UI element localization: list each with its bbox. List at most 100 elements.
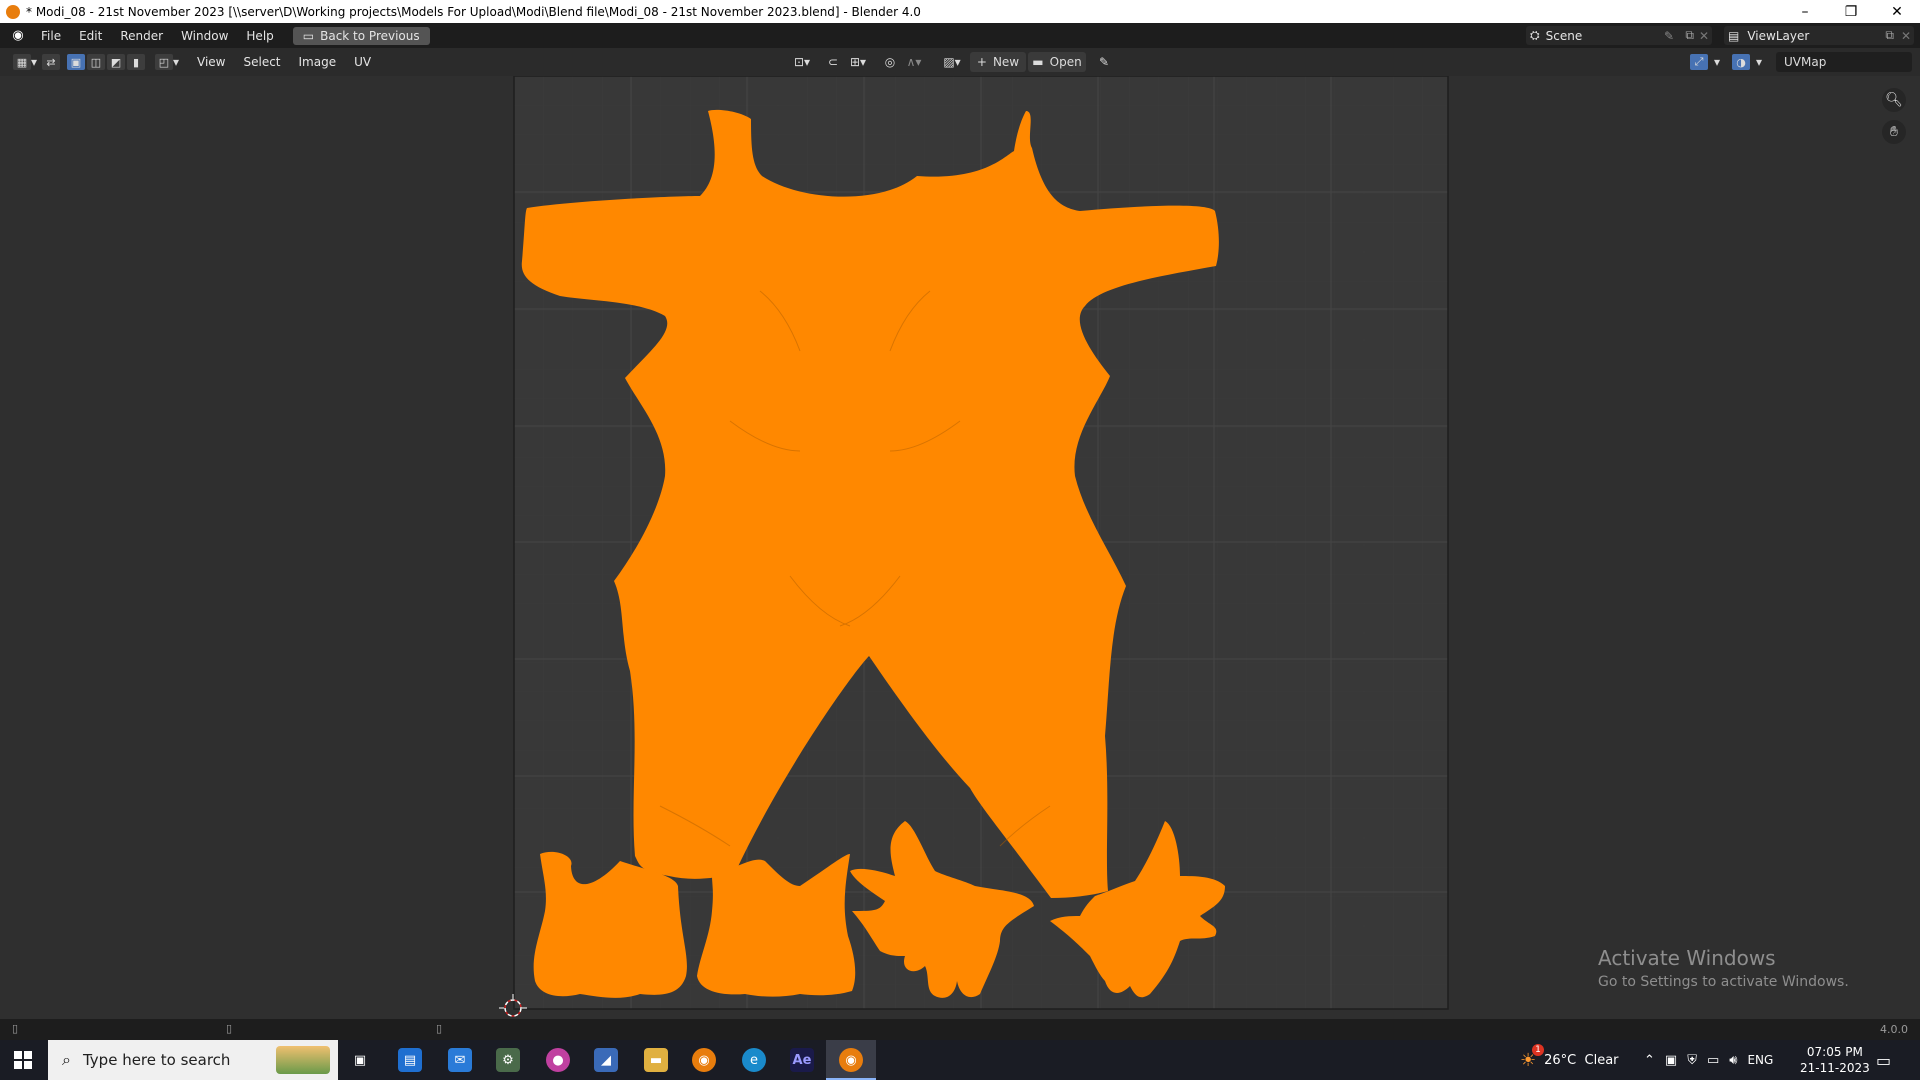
volume-icon[interactable]: 🔊︎ bbox=[1729, 1053, 1737, 1068]
activate-windows-watermark: Activate Windows Go to Settings to activ… bbox=[1598, 946, 1849, 990]
plus-icon: + bbox=[976, 55, 987, 69]
image-icon: ▨ bbox=[943, 55, 955, 69]
vertex-select-mode[interactable]: ▣ bbox=[66, 52, 86, 72]
falloff-dropdown[interactable]: ∧ ▾ bbox=[900, 52, 928, 72]
paint-app-icon[interactable]: ● bbox=[546, 1048, 570, 1072]
file-explorer-icon[interactable]: ▬ bbox=[644, 1048, 668, 1072]
close-button[interactable]: ✕ bbox=[1874, 0, 1920, 23]
search-icon: ⌕ bbox=[62, 1050, 71, 1069]
sync-icon: ⇄ bbox=[42, 54, 60, 70]
open-image-button[interactable]: ▬ Open bbox=[1028, 52, 1086, 72]
menu-file[interactable]: File bbox=[32, 29, 70, 43]
pan-hand-icon[interactable]: ✋︎ bbox=[1882, 120, 1906, 144]
menu-view[interactable]: View bbox=[188, 55, 234, 69]
window-controls: – ❐ ✕ bbox=[1782, 0, 1920, 23]
gizmo-icon: ⤢ bbox=[1690, 54, 1708, 70]
mail-icon[interactable]: ✉ bbox=[448, 1048, 472, 1072]
version-label: 4.0.0 bbox=[1880, 1023, 1908, 1036]
windows-start-icon[interactable] bbox=[14, 1051, 32, 1069]
back-to-previous-label: Back to Previous bbox=[320, 28, 420, 43]
blender-menu-icon[interactable]: ◉ bbox=[10, 28, 26, 44]
scene-selector[interactable]: ⛭ Scene ✎ ⧉ ✕ bbox=[1526, 26, 1712, 45]
uv-editor-icon: ▦ bbox=[12, 54, 31, 70]
overlays-toggle[interactable]: ◑ bbox=[1730, 52, 1752, 72]
navigation-gizmos: 🔍︎ ✋︎ bbox=[1882, 88, 1906, 144]
menu-image[interactable]: Image bbox=[290, 55, 346, 69]
edge-select-mode[interactable]: ◫ bbox=[86, 52, 106, 72]
search-placeholder: Type here to search bbox=[82, 1051, 231, 1069]
chevron-up-icon[interactable]: ⌃ bbox=[1644, 1053, 1655, 1068]
store-icon[interactable]: ▤ bbox=[398, 1048, 422, 1072]
pin-icon[interactable]: ✎ bbox=[1664, 29, 1674, 43]
language-label[interactable]: ENG bbox=[1747, 1053, 1773, 1067]
network-icon[interactable]: ▭ bbox=[1707, 1053, 1719, 1068]
sync-selection-toggle[interactable]: ⇄ bbox=[40, 52, 62, 72]
uvmap-field[interactable]: UVMap bbox=[1776, 52, 1912, 72]
gizmo-toggle[interactable]: ⤢ bbox=[1688, 52, 1710, 72]
pin-image-toggle[interactable]: ✎ bbox=[1094, 52, 1114, 72]
date-label: 21-11-2023 bbox=[1800, 1061, 1870, 1075]
weather-widget[interactable]: ☀ 1 26°C Clear bbox=[1520, 1040, 1619, 1080]
new-image-button[interactable]: + New bbox=[970, 52, 1026, 72]
sticky-selection-dropdown[interactable]: ◰ ▾ bbox=[152, 52, 182, 72]
after-effects-icon[interactable]: Ae bbox=[790, 1048, 814, 1072]
island-select-mode[interactable]: ▮ bbox=[126, 52, 146, 72]
proportional-edit-toggle[interactable]: ◎ bbox=[880, 52, 900, 72]
windows-app-icon[interactable]: ◢ bbox=[594, 1048, 618, 1072]
blender-taskbar-icon[interactable]: ◉ bbox=[692, 1048, 716, 1072]
notification-count: 1 bbox=[1532, 1044, 1544, 1056]
security-icon[interactable]: ⛨ bbox=[1687, 1053, 1697, 1068]
folder-icon: ▬ bbox=[1032, 55, 1044, 69]
overlays-icon: ◑ bbox=[1732, 54, 1750, 70]
activate-windows-title: Activate Windows bbox=[1598, 946, 1776, 970]
back-to-previous-button[interactable]: ▭ Back to Previous bbox=[292, 26, 430, 45]
camera-icon[interactable]: ▣ bbox=[1665, 1053, 1677, 1068]
zoom-icon[interactable]: 🔍︎ bbox=[1882, 88, 1906, 112]
menu-render[interactable]: Render bbox=[111, 29, 172, 43]
vertex-mode-icon: ▣ bbox=[67, 54, 85, 70]
app-icon[interactable]: ⚙ bbox=[496, 1048, 520, 1072]
taskbar-search[interactable]: ⌕ Type here to search bbox=[48, 1040, 338, 1080]
system-tray: ⌃ ▣ ⛨ ▭ 🔊︎ ENG bbox=[1644, 1040, 1773, 1080]
pin-icon: ✎ bbox=[1098, 55, 1110, 69]
menu-edit[interactable]: Edit bbox=[70, 29, 111, 43]
viewlayer-label: ViewLayer bbox=[1747, 28, 1810, 43]
copy-scene-icon[interactable]: ⧉ bbox=[1685, 28, 1694, 43]
copy-viewlayer-icon[interactable]: ⧉ bbox=[1885, 28, 1894, 43]
chevron-down-icon: ▾ bbox=[1755, 55, 1763, 69]
snap-icon: ⊞ bbox=[849, 55, 861, 69]
edge-browser-icon[interactable]: e bbox=[742, 1048, 766, 1072]
blender-active-icon[interactable]: ◉ bbox=[839, 1048, 863, 1072]
screen-icon: ▭ bbox=[302, 28, 315, 43]
proportional-icon: ◎ bbox=[884, 55, 896, 69]
menu-uv[interactable]: UV bbox=[345, 55, 380, 69]
restore-button[interactable]: ❐ bbox=[1828, 0, 1874, 23]
menu-window[interactable]: Window bbox=[172, 29, 237, 43]
editor-type-dropdown[interactable]: ▦ ▾ bbox=[10, 52, 40, 72]
image-browse-dropdown[interactable]: ▨ ▾ bbox=[938, 52, 966, 72]
remove-scene-icon[interactable]: ✕ bbox=[1699, 29, 1709, 43]
open-label: Open bbox=[1049, 55, 1082, 69]
viewlayer-selector[interactable]: ▤ ViewLayer ⧉ ✕ bbox=[1724, 26, 1914, 45]
uv-editor-viewport[interactable]: 🔍︎ ✋︎ Activate Windows Go to Settings to… bbox=[0, 76, 1920, 1019]
menu-help[interactable]: Help bbox=[237, 29, 282, 43]
uv-island-right-foot[interactable] bbox=[697, 854, 856, 997]
minimize-button[interactable]: – bbox=[1782, 0, 1828, 23]
uv-canvas[interactable] bbox=[0, 76, 1920, 1019]
pivot-dropdown[interactable]: ⊡ ▾ bbox=[788, 52, 816, 72]
notification-center-icon[interactable]: ▭ bbox=[1876, 1051, 1891, 1070]
mouse-right-icon: ▯ bbox=[436, 1022, 443, 1035]
face-select-mode[interactable]: ◩ bbox=[106, 52, 126, 72]
remove-viewlayer-icon[interactable]: ✕ bbox=[1901, 29, 1911, 43]
magnet-icon: ⊂ bbox=[827, 55, 839, 69]
snap-toggle[interactable]: ⊂ bbox=[822, 52, 844, 72]
sticky-icon: ◰ bbox=[154, 54, 173, 70]
task-view-icon[interactable]: ▣ bbox=[348, 1048, 372, 1072]
clock[interactable]: 07:05 PM 21-11-2023 bbox=[1800, 1040, 1870, 1080]
uvmap-label: UVMap bbox=[1784, 55, 1827, 69]
overlays-dropdown[interactable]: ▾ bbox=[1752, 52, 1766, 72]
menu-select[interactable]: Select bbox=[234, 55, 289, 69]
gizmo-dropdown[interactable]: ▾ bbox=[1710, 52, 1724, 72]
snap-target-dropdown[interactable]: ⊞ ▾ bbox=[844, 52, 872, 72]
island-mode-icon: ▮ bbox=[127, 54, 145, 70]
